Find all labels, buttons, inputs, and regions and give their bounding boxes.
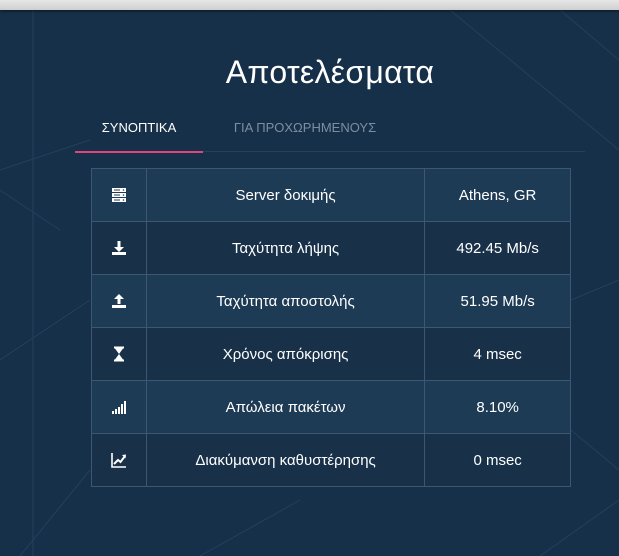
row-value: 51.95 Mb/s [424,274,571,328]
row-label: Απώλεια πακέτων [145,380,426,434]
table-row-upload: Ταχύτητα αποστολής 51.95 Mb/s [91,274,571,328]
row-label: Ταχύτητα αποστολής [145,274,426,328]
browser-top-edge [0,0,619,10]
row-value: 492.45 Mb/s [424,221,571,275]
table-row-latency: Χρόνος απόκρισης 4 msec [91,327,571,381]
row-label: Ταχύτητα λήψης [145,221,426,275]
tab-summary[interactable]: ΣΥΝΟΠΤΙΚΑ [75,118,203,153]
line-chart-icon [109,450,129,470]
hourglass-icon [109,344,129,364]
results-panel: Αποτελέσματα ΣΥΝΟΠΤΙΚΑ ΓΙΑ ΠΡΟΧΩΡΗΜΕΝΟΥΣ [0,0,619,556]
download-icon [109,238,129,258]
table-row-download: Ταχύτητα λήψης 492.45 Mb/s [91,221,571,275]
table-row-packet-loss: Απώλεια πακέτων 8.10% [91,380,571,434]
row-label: Server δοκιμής [145,168,426,222]
table-row-server: Server δοκιμής Athens, GR [91,168,571,222]
tab-advanced[interactable]: ΓΙΑ ΠΡΟΧΩΡΗΜΕΝΟΥΣ [225,118,385,152]
row-value: 0 msec [424,433,571,487]
server-icon [109,185,129,205]
row-value: 4 msec [424,327,571,381]
row-value: 8.10% [424,380,571,434]
row-value: Athens, GR [424,168,571,222]
upload-icon [109,291,129,311]
signal-bars-icon [109,397,129,417]
row-label: Χρόνος απόκρισης [145,327,426,381]
table-row-jitter: Διακύμανση καθυστέρησης 0 msec [91,433,571,487]
row-label: Διακύμανση καθυστέρησης [145,433,426,487]
tab-bar: ΣΥΝΟΠΤΙΚΑ ΓΙΑ ΠΡΟΧΩΡΗΜΕΝΟΥΣ [75,118,585,153]
results-table: Server δοκιμής Athens, GR Ταχύτητα λήψης… [91,168,571,487]
page-title: Αποτελέσματα [225,54,435,90]
